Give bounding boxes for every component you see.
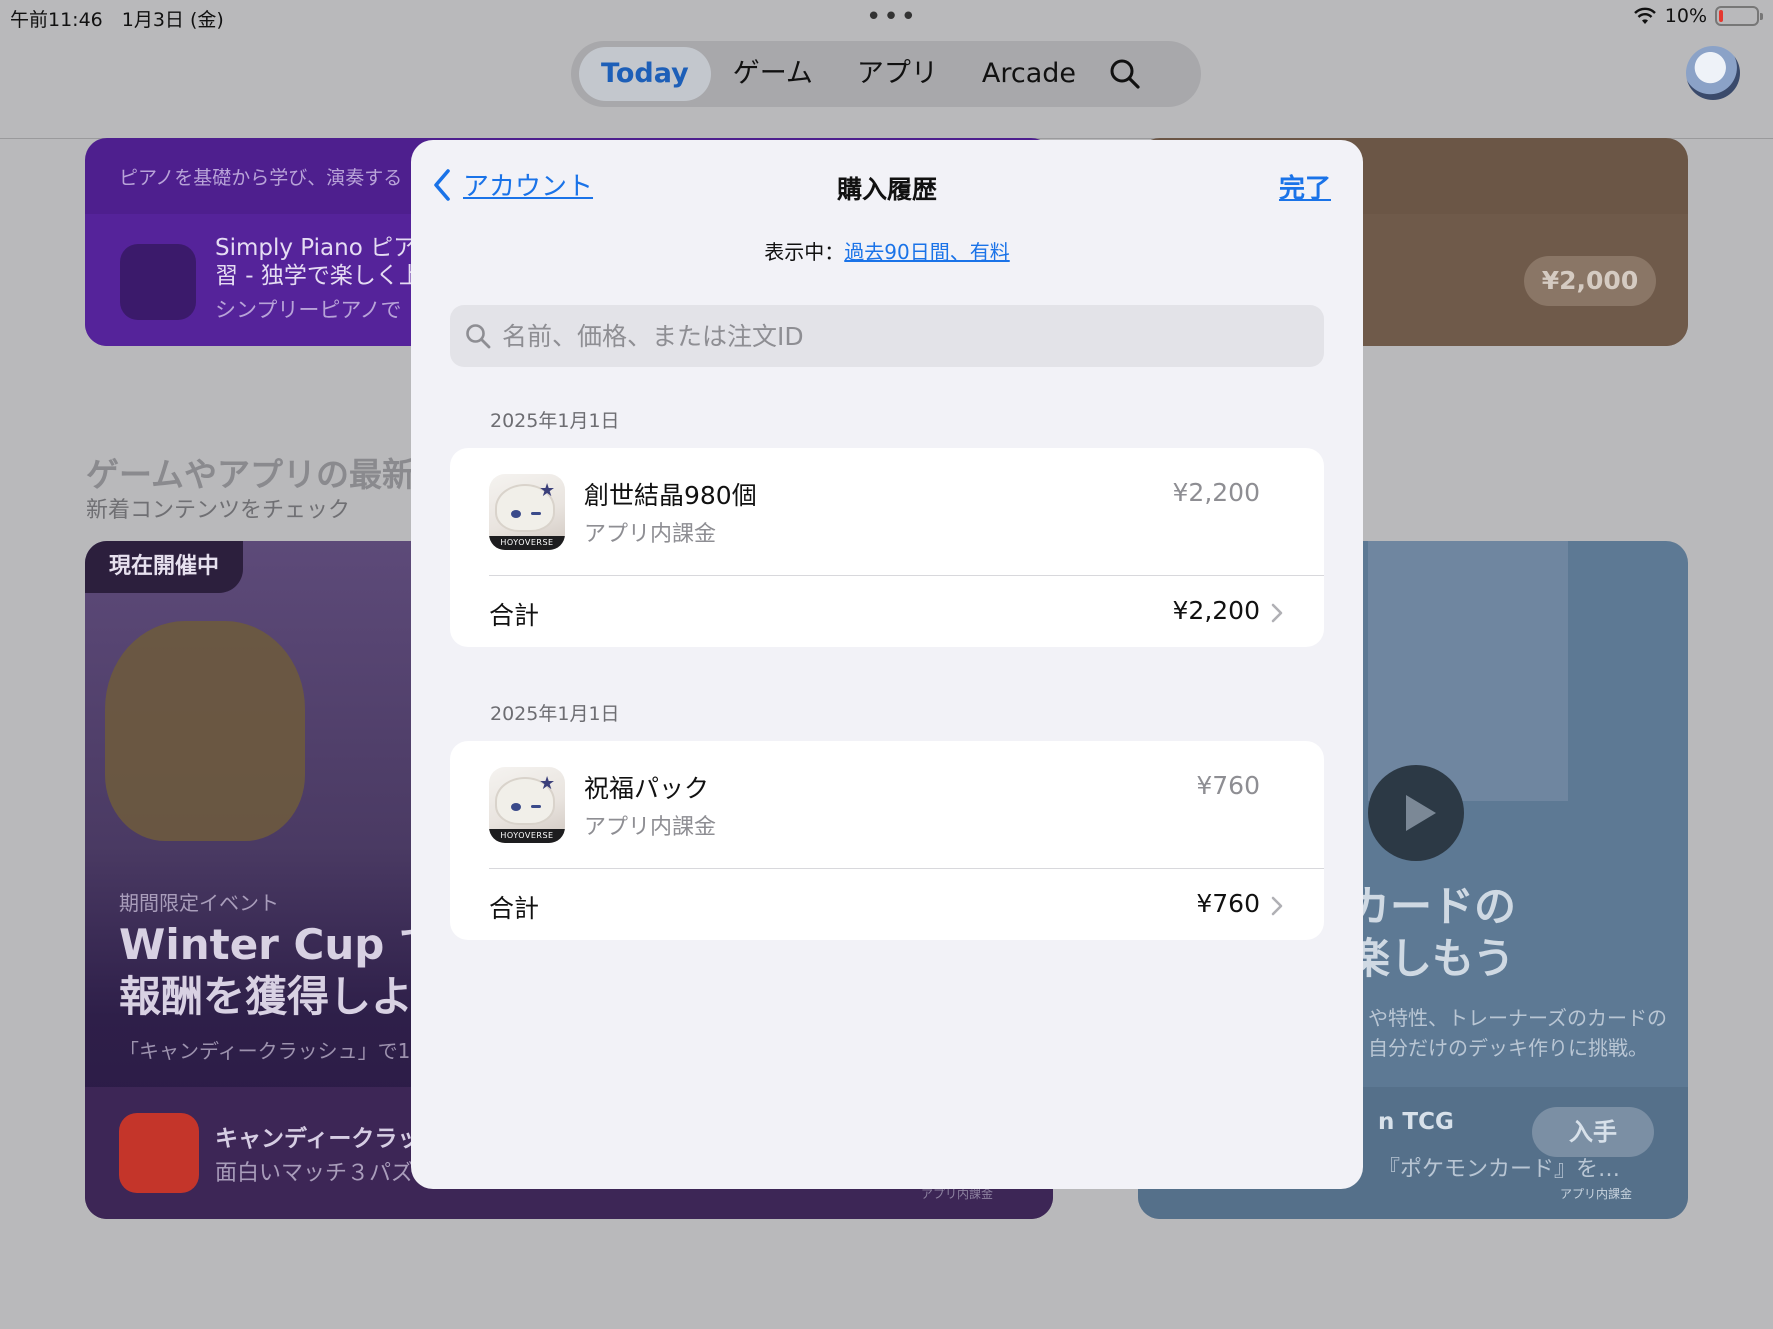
icon-character-eye xyxy=(511,510,521,518)
item-price: ¥2,200 xyxy=(1172,478,1260,507)
status-time-date: 午前11:46 1月3日 (金) xyxy=(10,9,224,31)
search-icon xyxy=(466,324,491,349)
chevron-right-icon xyxy=(1271,896,1283,916)
filter-prefix: 表示中： xyxy=(764,240,845,264)
tab-apps[interactable]: アプリ xyxy=(835,47,960,101)
icon-character-wink xyxy=(531,805,541,808)
total-value: ¥2,200 xyxy=(1172,596,1260,625)
group-date: 2025年1月1日 xyxy=(490,410,620,432)
card3-badge: 現在開催中 xyxy=(85,541,244,593)
tab-games[interactable]: ゲーム xyxy=(711,47,835,101)
item-type: アプリ内課金 xyxy=(584,815,717,840)
card4-description: や特性、トレーナーズのカードの 自分だけのデッキ作りに挑戦。 xyxy=(1368,1006,1667,1060)
card3-headline: Winter Cup で 報酬を獲得しよ xyxy=(119,920,441,1021)
battery-percent: 10% xyxy=(1664,5,1707,27)
star-icon: ★ xyxy=(539,480,556,501)
card3-description: 「キャンディークラッシュ」で1年 xyxy=(119,1039,431,1063)
star-icon: ★ xyxy=(539,773,556,794)
sheet-title: 購入履歴 xyxy=(836,175,937,204)
icon-character-wink xyxy=(531,512,541,515)
total-value: ¥760 xyxy=(1196,889,1260,918)
purchase-group: ★ HOYOVERSE 創世結晶980個 アプリ内課金 ¥2,200 合計 ¥2… xyxy=(450,448,1324,647)
purchase-history-sheet: アカウント 購入履歴 完了 表示中：過去90日間、有料 2025年1月1日 ★ … xyxy=(411,140,1363,1189)
chevron-right-icon xyxy=(1271,603,1283,623)
card4-headline: カードの 楽しもう xyxy=(1348,882,1517,983)
item-name: 祝福パック xyxy=(584,774,710,803)
card1-app-sub: シンプリーピアノで xyxy=(215,298,402,322)
play-video-icon xyxy=(1368,765,1464,861)
card3-kicker: 期間限定イベント xyxy=(119,891,279,915)
section-subtitle: 新着コンテンツをチェック xyxy=(86,498,351,523)
sheet-header: アカウント 購入履歴 完了 xyxy=(411,140,1363,220)
hoyoverse-logo: HOYOVERSE xyxy=(489,829,565,843)
top-tab-bar: Today ゲーム アプリ Arcade xyxy=(571,41,1201,107)
card4-iap-note: アプリ内課金 xyxy=(1559,1187,1632,1201)
purchase-item-row[interactable]: ★ HOYOVERSE 創世結晶980個 アプリ内課金 ¥2,200 xyxy=(450,448,1324,576)
done-button[interactable]: 完了 xyxy=(1279,168,1331,205)
tab-today[interactable]: Today xyxy=(579,47,711,101)
hoyoverse-logo: HOYOVERSE xyxy=(489,536,565,550)
card4-get-button: 入手 xyxy=(1532,1107,1654,1157)
status-bar: 午前11:46 1月3日 (金) ••• 10% xyxy=(0,0,1773,32)
total-row[interactable]: 合計 ¥760 xyxy=(450,869,1324,940)
battery-icon xyxy=(1715,6,1763,26)
item-price: ¥760 xyxy=(1196,771,1260,800)
card3-app-name: キャンディークラッ xyxy=(215,1126,421,1152)
candy-crush-artwork xyxy=(105,621,305,841)
genshin-impact-app-icon: ★ HOYOVERSE xyxy=(489,474,565,550)
simply-piano-app-icon xyxy=(120,244,196,320)
section-title: ゲームやアプリの最新 xyxy=(86,455,416,494)
account-avatar[interactable] xyxy=(1686,46,1740,100)
pokemon-card-artwork xyxy=(1368,541,1568,801)
filter-line: 表示中：過去90日間、有料 xyxy=(411,236,1363,265)
total-label: 合計 xyxy=(489,894,540,923)
card2-price-button: ¥2,000 xyxy=(1524,256,1656,306)
genshin-impact-app-icon: ★ HOYOVERSE xyxy=(489,767,565,843)
search-bar xyxy=(450,305,1324,367)
group-date: 2025年1月1日 xyxy=(490,703,620,725)
card1-subtitle: ピアノを基礎から学び、演奏する xyxy=(119,167,403,189)
item-type: アプリ内課金 xyxy=(584,522,717,547)
search-icon[interactable] xyxy=(1108,57,1142,91)
battery-level xyxy=(1719,10,1723,22)
total-label: 合計 xyxy=(489,601,540,630)
candy-crush-app-icon xyxy=(119,1113,199,1193)
item-name: 創世結晶980個 xyxy=(584,481,757,510)
card4-app-name: n TCG xyxy=(1378,1109,1454,1135)
status-right: 10% xyxy=(1633,5,1763,27)
tab-arcade[interactable]: Arcade xyxy=(960,47,1098,101)
icon-character-eye xyxy=(511,803,521,811)
card1-app-name: Simply Piano ピア 習 - 独学で楽しく上 xyxy=(215,235,422,289)
multitasking-dots-icon[interactable]: ••• xyxy=(866,2,918,32)
purchase-item-row[interactable]: ★ HOYOVERSE 祝福パック アプリ内課金 ¥760 xyxy=(450,741,1324,869)
search-input[interactable] xyxy=(502,321,1302,351)
filter-link[interactable]: 過去90日間、有料 xyxy=(844,240,1009,264)
total-row[interactable]: 合計 ¥2,200 xyxy=(450,576,1324,647)
card3-app-sub: 面白いマッチ３パズ xyxy=(215,1161,414,1186)
purchase-group: ★ HOYOVERSE 祝福パック アプリ内課金 ¥760 合計 ¥760 xyxy=(450,741,1324,940)
wifi-icon xyxy=(1633,7,1656,24)
